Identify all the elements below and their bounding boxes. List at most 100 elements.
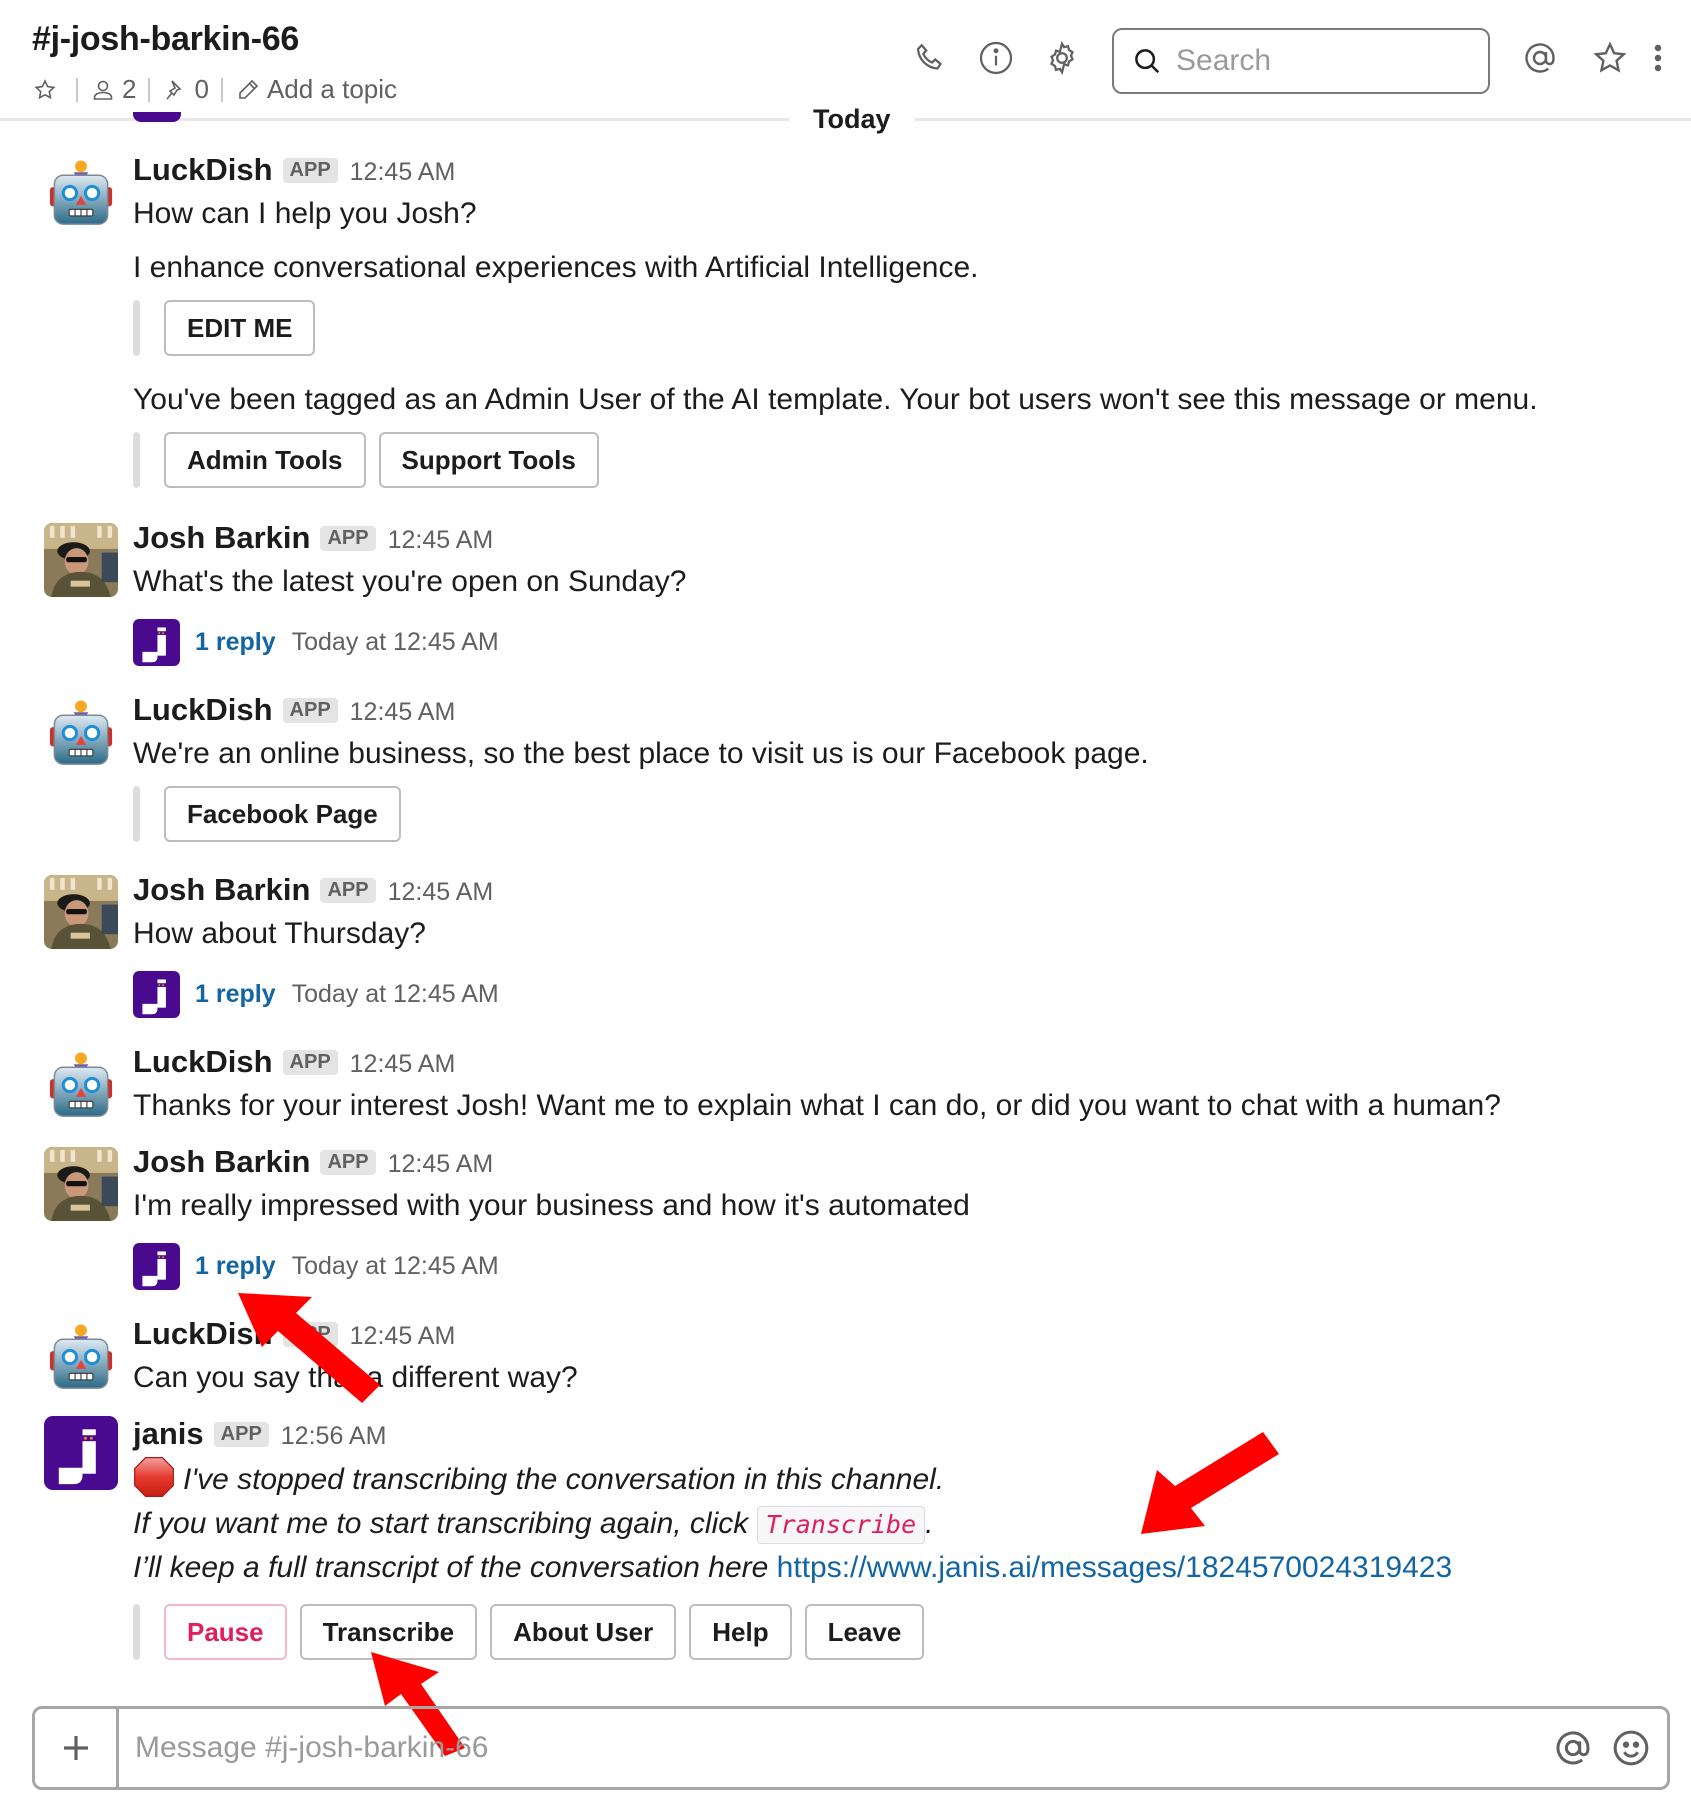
reply-count-link[interactable]: 1 reply xyxy=(195,980,276,1009)
bot-avatar[interactable] xyxy=(44,696,118,770)
pinned-count[interactable]: 0 xyxy=(194,74,208,105)
meta-divider xyxy=(220,77,223,102)
thread-summary[interactable]: 1 reply Today at 12:45 AM xyxy=(133,970,1651,1018)
attachment-actions: Admin Tools Support Tools xyxy=(133,432,1651,488)
help-button[interactable]: Help xyxy=(689,1604,792,1660)
reply-count-link[interactable]: 1 reply xyxy=(195,628,276,657)
search-input[interactable] xyxy=(1176,44,1476,78)
facebook-page-button[interactable]: Facebook Page xyxy=(164,786,401,842)
search-box[interactable] xyxy=(1112,28,1490,94)
message-time[interactable]: 12:45 AM xyxy=(350,698,456,727)
meta-divider xyxy=(148,77,151,102)
support-tools-button[interactable]: Support Tools xyxy=(378,432,599,488)
phone-icon[interactable] xyxy=(910,38,950,78)
bot-avatar[interactable] xyxy=(44,156,118,230)
thread-summary[interactable]: 1 reply Today at 12:45 AM xyxy=(133,618,1651,666)
reply-time: Today at 12:45 AM xyxy=(291,1251,499,1280)
pencil-icon[interactable] xyxy=(235,77,261,103)
bot-avatar[interactable] xyxy=(44,1048,118,1122)
sender-name[interactable]: janis xyxy=(133,1416,204,1452)
message-text: How can I help you Josh? xyxy=(133,197,477,230)
stopped-text: I've stopped transcribing the conversati… xyxy=(183,1463,945,1496)
app-badge: APP xyxy=(282,1322,338,1347)
sender-name[interactable]: Josh Barkin xyxy=(133,1144,310,1180)
header-actions-left xyxy=(910,38,1082,78)
app-badge: APP xyxy=(320,1150,376,1175)
message-text: I've stopped transcribing the conversati… xyxy=(133,1456,1651,1502)
channel-header: #j-josh-barkin-66 2 0 Add a topic xyxy=(0,0,1691,121)
message-time[interactable]: 12:45 AM xyxy=(350,1322,456,1351)
user-avatar[interactable] xyxy=(44,1147,118,1221)
app-badge: APP xyxy=(282,698,338,723)
sender-name[interactable]: Josh Barkin xyxy=(133,872,310,908)
message-input[interactable] xyxy=(119,1731,1551,1765)
user-avatar[interactable] xyxy=(44,523,118,597)
transcribe-button[interactable]: Transcribe xyxy=(299,1604,478,1660)
edit-me-button[interactable]: EDIT ME xyxy=(164,300,316,356)
message-time[interactable]: 12:56 AM xyxy=(281,1422,387,1451)
pin-icon[interactable] xyxy=(162,77,188,103)
starred-items-icon[interactable] xyxy=(1590,38,1630,78)
message-composer xyxy=(32,1706,1670,1790)
message-text: We're an online business, so the best pl… xyxy=(133,737,1149,770)
reply-count-link[interactable]: 1 reply xyxy=(195,1252,276,1281)
add-topic-link[interactable]: Add a topic xyxy=(267,74,397,105)
member-count[interactable]: 2 xyxy=(122,74,136,105)
message-text: How about Thursday? xyxy=(133,917,426,950)
attachment-actions: Facebook Page xyxy=(133,786,1651,842)
janis-avatar xyxy=(133,1243,180,1290)
scrolled-avatar-edge xyxy=(133,112,181,122)
sender-name[interactable]: LuckDish xyxy=(133,1044,273,1080)
janis-avatar[interactable] xyxy=(44,1416,118,1490)
about-user-button[interactable]: About User xyxy=(490,1604,677,1660)
more-options-icon[interactable] xyxy=(1646,38,1670,78)
admin-tools-button[interactable]: Admin Tools xyxy=(164,432,366,488)
message-time[interactable]: 12:45 AM xyxy=(388,526,494,555)
reply-time: Today at 12:45 AM xyxy=(291,627,499,656)
attachment-actions: Pause Transcribe About User Help Leave xyxy=(133,1604,1651,1660)
channel-title: #j-josh-barkin-66 xyxy=(32,20,299,58)
message-text: Can you say that a different way? xyxy=(133,1361,578,1394)
message-text: Thanks for your interest Josh! Want me t… xyxy=(133,1089,1501,1122)
gear-icon[interactable] xyxy=(1042,38,1082,78)
meta-divider xyxy=(76,77,78,102)
message-text: If you want me to start transcribing aga… xyxy=(133,1502,1651,1546)
leave-button[interactable]: Leave xyxy=(804,1604,925,1660)
message-text: What's the latest you're open on Sunday? xyxy=(133,565,687,598)
search-icon xyxy=(1135,49,1160,74)
mention-button[interactable] xyxy=(1551,1726,1595,1770)
emoji-button[interactable] xyxy=(1609,1726,1653,1770)
at-icon xyxy=(1556,1731,1590,1765)
janis-avatar xyxy=(133,971,180,1018)
message-time[interactable]: 12:45 AM xyxy=(388,1150,494,1179)
plus-icon xyxy=(63,1736,88,1760)
transcript-link[interactable]: https://www.janis.ai/messages/1824570024… xyxy=(777,1551,1452,1584)
smiley-icon xyxy=(1613,1730,1649,1766)
message-time[interactable]: 12:45 AM xyxy=(350,1050,456,1079)
message-time[interactable]: 12:45 AM xyxy=(388,878,494,907)
message-text: You've been tagged as an Admin User of t… xyxy=(133,383,1538,416)
sender-name[interactable]: LuckDish xyxy=(133,692,273,728)
message-time[interactable]: 12:45 AM xyxy=(350,158,456,187)
transcript-note: I’ll keep a full transcript of the conve… xyxy=(133,1551,777,1584)
thread-summary[interactable]: 1 reply Today at 12:45 AM xyxy=(133,1242,1651,1290)
star-channel-icon[interactable] xyxy=(32,77,58,103)
app-badge: APP xyxy=(320,526,376,551)
attach-button[interactable] xyxy=(35,1709,119,1787)
mentions-icon[interactable] xyxy=(1520,38,1560,78)
sender-name[interactable]: LuckDish xyxy=(133,1316,273,1352)
stop-sign-icon xyxy=(133,1456,175,1498)
transcribe-instruction: If you want me to start transcribing aga… xyxy=(133,1507,757,1540)
channel-meta: 2 0 Add a topic xyxy=(32,74,397,105)
header-actions-right xyxy=(1520,38,1670,78)
bot-avatar[interactable] xyxy=(44,1320,118,1394)
user-avatar[interactable] xyxy=(44,875,118,949)
reply-time: Today at 12:45 AM xyxy=(291,979,499,1008)
members-icon[interactable] xyxy=(90,77,116,103)
sender-name[interactable]: Josh Barkin xyxy=(133,520,310,556)
pause-button[interactable]: Pause xyxy=(164,1604,287,1660)
sender-name[interactable]: LuckDish xyxy=(133,152,273,188)
app-badge: APP xyxy=(282,1050,338,1075)
info-icon[interactable] xyxy=(976,38,1016,78)
app-badge: APP xyxy=(213,1422,269,1447)
